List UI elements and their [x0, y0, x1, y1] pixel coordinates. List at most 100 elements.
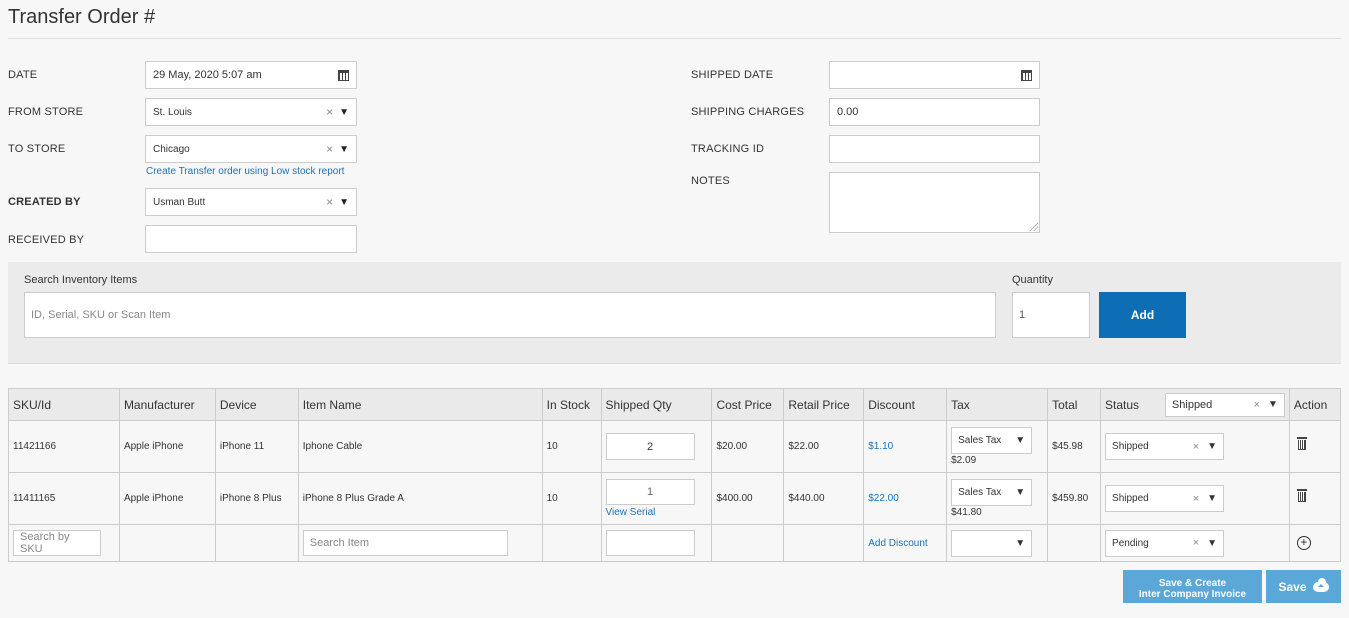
save-invoice-line2: Inter Company Invoice — [1138, 589, 1247, 600]
col-action: Action — [1288, 388, 1342, 421]
view-serial-link[interactable]: View Serial — [606, 507, 708, 518]
low-stock-report-link[interactable]: Create Transfer order using Low stock re… — [146, 166, 344, 177]
status-filter-select[interactable]: Shipped × ▼ — [1164, 392, 1285, 417]
save-label: Save — [1278, 579, 1307, 594]
cloud-upload-icon — [1312, 577, 1329, 592]
caret-down-icon[interactable]: ▼ — [1207, 493, 1217, 504]
tax-select[interactable]: Sales Tax ▼ — [951, 479, 1033, 506]
caret-down-icon[interactable]: ▼ — [1268, 399, 1278, 410]
total-cell — [1047, 524, 1102, 562]
cost-price-cell: $20.00 — [711, 420, 785, 473]
shipped-qty-input[interactable] — [605, 530, 695, 556]
in-stock-cell: 10 — [541, 420, 602, 473]
calendar-icon[interactable] — [338, 69, 349, 81]
shipped-qty-input[interactable]: 2 — [605, 433, 695, 460]
caret-down-icon[interactable]: ▼ — [339, 144, 349, 155]
caret-down-icon[interactable]: ▼ — [339, 197, 349, 208]
shipped-qty-value: 2 — [646, 440, 654, 453]
caret-down-icon[interactable]: ▼ — [1015, 487, 1025, 498]
status-cell: Shipped × ▼ — [1100, 420, 1290, 473]
add-discount-link[interactable]: Add Discount — [868, 538, 927, 549]
save-button[interactable]: Save — [1266, 570, 1341, 603]
item-name-cell: iPhone 8 Plus Grade A — [297, 472, 543, 525]
discount-cell: $22.00 — [863, 472, 948, 525]
caret-down-icon[interactable]: ▼ — [339, 107, 349, 118]
caret-down-icon[interactable]: ▼ — [1207, 441, 1217, 452]
quantity-input[interactable]: 1 — [1012, 292, 1090, 338]
sku-cell: Search by SKU — [8, 524, 120, 562]
table-row: 11411165 Apple iPhone iPhone 8 Plus iPho… — [8, 472, 1342, 525]
cost-price-cell: $400.00 — [711, 472, 785, 525]
clear-icon[interactable]: × — [1254, 399, 1260, 411]
clear-icon[interactable]: × — [1193, 441, 1199, 453]
clear-icon[interactable]: × — [1193, 493, 1199, 505]
tracking-id-field[interactable] — [829, 135, 1040, 163]
retail-price-cell: $440.00 — [783, 472, 865, 525]
caret-down-icon[interactable]: ▼ — [1015, 435, 1025, 446]
sku-search-input[interactable]: Search by SKU — [13, 530, 101, 556]
status-header-label: Status — [1105, 397, 1140, 412]
clear-icon[interactable]: × — [326, 195, 333, 209]
clear-icon[interactable]: × — [1193, 537, 1199, 549]
device-cell: iPhone 8 Plus — [214, 472, 299, 525]
tax-select[interactable]: Sales Tax ▼ — [951, 427, 1033, 454]
total-cell: $45.98 — [1047, 420, 1102, 473]
shipping-charges-field[interactable]: 0.00 — [829, 98, 1040, 126]
col-status: Status Shipped × ▼ — [1100, 388, 1290, 421]
from-store-select[interactable]: St. Louis × ▼ — [145, 98, 357, 126]
date-label: DATE — [8, 69, 38, 81]
discount-link[interactable]: $1.10 — [868, 441, 893, 452]
col-tax: Tax — [946, 388, 1049, 421]
caret-down-icon[interactable]: ▼ — [1207, 538, 1217, 549]
calendar-icon[interactable] — [1021, 69, 1032, 81]
item-search-placeholder: Search Item — [309, 537, 370, 549]
shipped-qty-cell: 1 View Serial — [600, 472, 713, 525]
tax-select[interactable]: ▼ — [951, 529, 1033, 557]
col-retail-price: Retail Price — [783, 388, 865, 421]
col-item-name: Item Name — [297, 388, 543, 421]
action-cell — [1288, 420, 1342, 473]
action-cell — [1288, 472, 1342, 525]
table-header-row: SKU/Id Manufacturer Device Item Name In … — [8, 388, 1342, 421]
save-create-invoice-button[interactable]: Save & Create Inter Company Invoice — [1123, 570, 1262, 603]
notes-textarea[interactable] — [829, 172, 1040, 233]
sku-search-placeholder: Search by SKU — [20, 531, 70, 555]
search-label: Search Inventory Items — [24, 274, 138, 286]
item-name-cell: Iphone Cable — [297, 420, 543, 473]
clear-icon[interactable]: × — [326, 142, 333, 156]
trash-icon[interactable] — [1296, 437, 1307, 450]
clear-icon[interactable]: × — [326, 105, 333, 119]
device-cell: iPhone 11 — [214, 420, 299, 473]
to-store-value: Chicago — [153, 143, 190, 155]
sku-cell: 11421166 — [8, 420, 120, 473]
inventory-search-input[interactable]: ID, Serial, SKU or Scan Item — [24, 292, 996, 338]
received-by-field[interactable] — [145, 225, 357, 253]
col-discount: Discount — [863, 388, 948, 421]
items-table: SKU/Id Manufacturer Device Item Name In … — [8, 388, 1342, 562]
in-stock-cell: 10 — [541, 472, 602, 525]
resize-grip-icon[interactable] — [1030, 223, 1038, 231]
add-row-icon[interactable]: + — [1296, 536, 1311, 550]
total-cell: $459.80 — [1047, 472, 1102, 525]
status-select[interactable]: Shipped × ▼ — [1105, 485, 1225, 512]
search-placeholder: ID, Serial, SKU or Scan Item — [31, 309, 171, 321]
inventory-search-panel: Search Inventory Items ID, Serial, SKU o… — [8, 262, 1341, 364]
tax-type-value: Sales Tax — [958, 435, 1002, 446]
shipped-date-field[interactable] — [829, 61, 1040, 89]
notes-label: NOTES — [691, 175, 730, 187]
discount-link[interactable]: $22.00 — [868, 493, 899, 504]
status-select[interactable]: Shipped × ▼ — [1105, 433, 1225, 460]
trash-icon[interactable] — [1296, 489, 1307, 502]
shipped-qty-input[interactable]: 1 — [605, 479, 695, 505]
to-store-select[interactable]: Chicago × ▼ — [145, 135, 357, 163]
received-by-label: RECEIVED BY — [8, 234, 85, 246]
title-divider — [8, 38, 1341, 39]
date-field[interactable]: 29 May, 2020 5:07 am — [145, 61, 357, 89]
created-by-select[interactable]: Usman Butt × ▼ — [145, 188, 357, 216]
add-button[interactable]: Add — [1099, 292, 1186, 338]
item-search-input[interactable]: Search Item — [302, 530, 508, 556]
to-store-label: TO STORE — [8, 143, 66, 155]
col-cost-price: Cost Price — [711, 388, 785, 421]
status-select[interactable]: Pending × ▼ — [1105, 529, 1225, 557]
caret-down-icon[interactable]: ▼ — [1015, 538, 1025, 549]
